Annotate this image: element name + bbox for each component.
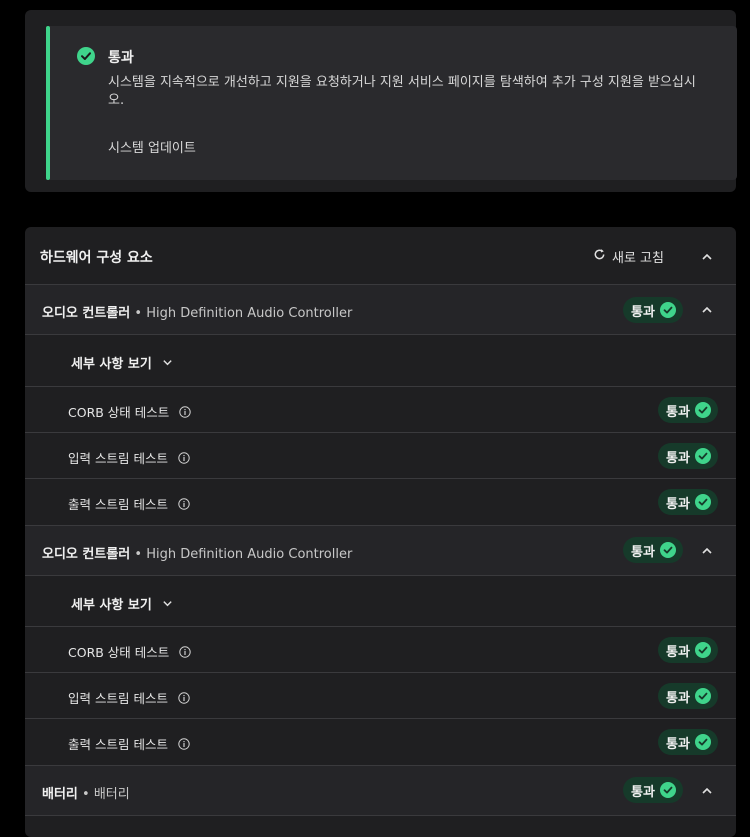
- pass-badge: 통과: [658, 683, 718, 709]
- component-label: 오디오 컨트롤러 • High Definition Audio Control…: [42, 547, 353, 562]
- pass-badge: 통과: [658, 637, 718, 663]
- pass-badge: 통과: [623, 297, 683, 323]
- hardware-components-panel: 하드웨어 구성 요소 새로 고침 오디오 컨트롤러 • High Definit…: [25, 227, 736, 837]
- test-row: 출력 스트림 테스트 통과: [25, 479, 736, 526]
- check-circle-icon: [694, 448, 711, 464]
- test-row: 입력 스트림 테스트 통과: [25, 673, 736, 719]
- check-circle-icon: [659, 302, 676, 318]
- check-circle-icon: [694, 402, 711, 418]
- chevron-up-icon[interactable]: [701, 251, 713, 263]
- test-row: 입력 스트림 테스트 통과: [25, 433, 736, 479]
- test-label: 입력 스트림 테스트: [68, 688, 190, 707]
- test-label: CORB 상태 테스트: [68, 402, 191, 421]
- info-icon: [179, 645, 191, 658]
- info-icon: [178, 691, 190, 704]
- check-circle-icon: [694, 734, 711, 750]
- test-label: 출력 스트림 테스트: [68, 734, 190, 753]
- test-row: CORB 상태 테스트 통과: [25, 627, 736, 673]
- component-row-audio-controller-1[interactable]: 오디오 컨트롤러 • High Definition Audio Control…: [25, 285, 736, 335]
- check-circle-icon: [77, 47, 95, 65]
- test-row: CORB 상태 테스트 통과: [25, 387, 736, 433]
- info-icon: [178, 737, 190, 750]
- refresh-icon: [593, 248, 606, 265]
- pass-badge: 통과: [658, 489, 718, 515]
- component-row-audio-controller-2[interactable]: 오디오 컨트롤러 • High Definition Audio Control…: [25, 526, 736, 576]
- chevron-up-icon[interactable]: [701, 304, 713, 316]
- status-card: 통과 시스템을 지속적으로 개선하고 지원을 요청하거나 지원 서비스 페이지를…: [25, 10, 737, 192]
- pass-badge: 통과: [658, 397, 718, 423]
- check-circle-icon: [694, 642, 711, 658]
- check-circle-icon: [659, 782, 676, 798]
- component-label: 오디오 컨트롤러 • High Definition Audio Control…: [42, 306, 353, 321]
- info-icon: [178, 497, 190, 510]
- pass-badge: 통과: [658, 729, 718, 755]
- refresh-button[interactable]: 새로 고침: [593, 247, 664, 266]
- status-description: 시스템을 지속적으로 개선하고 지원을 요청하거나 지원 서비스 페이지를 탐색…: [108, 75, 696, 108]
- check-circle-icon: [694, 494, 711, 510]
- chevron-down-icon: [163, 601, 172, 607]
- status-banner: 통과 시스템을 지속적으로 개선하고 지원을 요청하거나 지원 서비스 페이지를…: [46, 26, 737, 180]
- view-details-toggle[interactable]: 세부 사항 보기: [71, 353, 173, 372]
- test-label: CORB 상태 테스트: [68, 642, 191, 661]
- hardware-title: 하드웨어 구성 요소: [40, 250, 153, 266]
- chevron-up-icon[interactable]: [701, 785, 713, 797]
- chevron-up-icon[interactable]: [701, 545, 713, 557]
- refresh-label: 새로 고침: [612, 251, 664, 266]
- details-toggle-row[interactable]: 세부 사항 보기: [25, 335, 736, 387]
- pass-badge: 통과: [623, 537, 683, 563]
- details-toggle-row[interactable]: 세부 사항 보기: [25, 576, 736, 627]
- info-icon: [178, 451, 190, 464]
- pass-badge: 통과: [623, 777, 683, 803]
- test-label: 입력 스트림 테스트: [68, 448, 190, 467]
- check-circle-icon: [659, 542, 676, 558]
- test-label: 출력 스트림 테스트: [68, 494, 190, 513]
- hardware-header: 하드웨어 구성 요소 새로 고침: [25, 227, 736, 285]
- component-row-battery[interactable]: 배터리 • 배터리 통과: [25, 766, 736, 816]
- test-row: 출력 스트림 테스트 통과: [25, 719, 736, 766]
- system-update-link[interactable]: 시스템 업데이트: [108, 137, 196, 156]
- view-details-toggle[interactable]: 세부 사항 보기: [71, 594, 173, 613]
- info-icon: [179, 405, 191, 418]
- pass-badge: 통과: [658, 443, 718, 469]
- status-title: 통과: [108, 50, 134, 66]
- chevron-down-icon: [163, 360, 172, 366]
- component-label: 배터리 • 배터리: [42, 787, 130, 802]
- check-circle-icon: [694, 688, 711, 704]
